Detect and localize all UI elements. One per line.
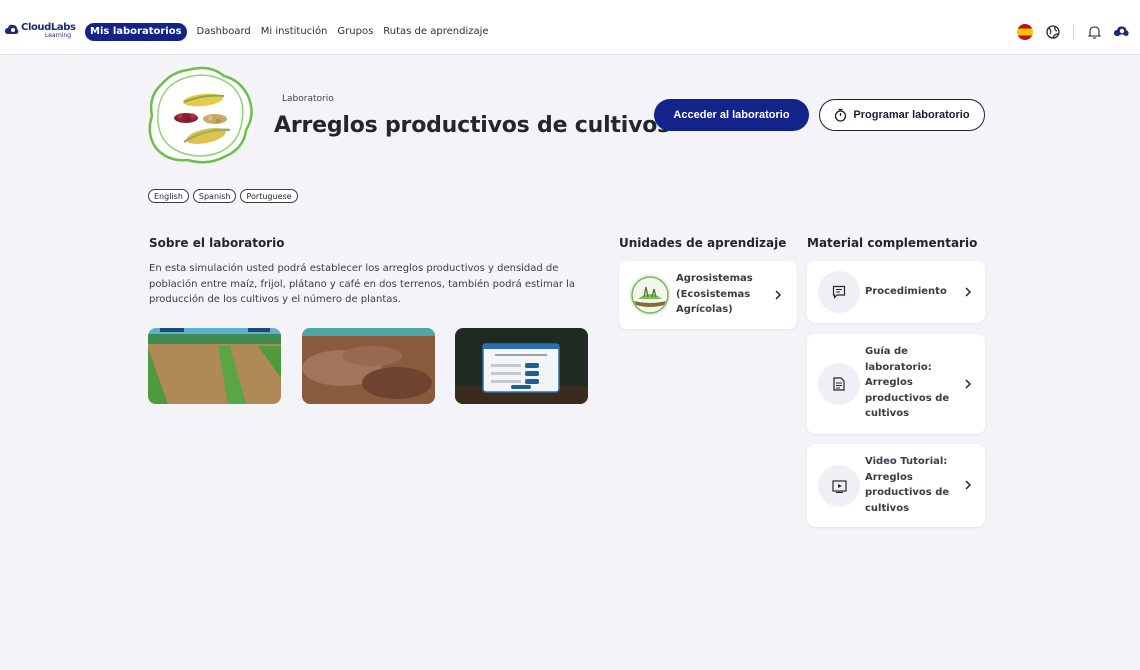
screenshot-thumbnail-1[interactable]	[148, 328, 281, 404]
screenshot-thumbnail-3[interactable]	[455, 328, 588, 404]
language-badges: English Spanish Portuguese	[148, 189, 298, 203]
chevron-right-icon	[965, 480, 972, 490]
about-title: Sobre el laboratorio	[149, 236, 285, 250]
cloudlabs-logo[interactable]: CloudLabs Learning	[5, 22, 76, 42]
schedule-lab-button[interactable]: Programar laboratorio	[819, 99, 985, 131]
material-card-guia[interactable]: Guía de laboratorio: Arreglos productivo…	[807, 334, 985, 434]
stopwatch-icon	[835, 108, 847, 122]
chevron-right-icon	[965, 287, 972, 297]
schedule-lab-label: Programar laboratorio	[853, 109, 970, 121]
units-title: Unidades de aprendizaje	[619, 236, 787, 250]
page-title: Arreglos productivos de cultivos	[274, 113, 671, 138]
brand-subtitle: Learning	[45, 32, 72, 39]
document-icon	[818, 363, 860, 405]
unit-card-agrosistemas[interactable]: Agrosistemas (Ecosistemas Agrícolas)	[619, 261, 797, 329]
header-divider	[1073, 24, 1074, 40]
nav-rutas-de-aprendizaje[interactable]: Rutas de aprendizaje	[383, 23, 488, 41]
user-icon[interactable]	[1114, 24, 1130, 40]
language-badge-portuguese: Portuguese	[240, 189, 298, 203]
nav-mis-laboratorios[interactable]: Mis laboratorios	[85, 23, 187, 41]
nav-grupos[interactable]: Grupos	[337, 23, 373, 41]
language-badge-english: English	[148, 189, 189, 203]
materials-title: Material complementario	[807, 236, 978, 250]
nav-mi-institucion[interactable]: Mi institución	[261, 23, 328, 41]
about-description: En esta simulación usted podrá establece…	[149, 263, 576, 306]
material-label-guia: Guía de laboratorio: Arreglos productivo…	[865, 346, 950, 420]
bell-icon[interactable]	[1086, 24, 1102, 40]
material-card-procedimiento[interactable]: Procedimiento	[807, 261, 985, 323]
spain-flag-icon[interactable]	[1017, 24, 1033, 40]
language-badge-spanish: Spanish	[192, 189, 237, 203]
material-label-procedimiento: Procedimiento	[865, 286, 947, 297]
chevron-right-icon	[965, 379, 972, 389]
cloud-logo-icon	[5, 24, 19, 34]
screenshot-thumbnail-2[interactable]	[302, 328, 435, 404]
material-card-video[interactable]: Video Tutorial: Arreglos productivos de …	[807, 444, 985, 527]
access-lab-button[interactable]: Acceder al laboratorio	[654, 99, 809, 131]
material-label-video: Video Tutorial: Arreglos productivos de …	[865, 456, 950, 514]
chat-icon	[818, 271, 860, 313]
header-actions	[1017, 24, 1130, 40]
agrosystem-icon	[629, 274, 671, 316]
lab-cover-image	[148, 66, 253, 164]
top-navigation-bar: CloudLabs Learning Mis laboratorios Dash…	[0, 0, 1140, 55]
chevron-right-icon	[775, 290, 782, 300]
lab-eyebrow: Laboratorio	[282, 94, 334, 104]
globe-icon[interactable]	[1045, 24, 1061, 40]
nav-dashboard[interactable]: Dashboard	[197, 23, 251, 41]
unit-label: Agrosistemas (Ecosistemas Agrícolas)	[676, 273, 753, 316]
main-nav: Mis laboratorios Dashboard Mi institució…	[85, 23, 489, 41]
video-icon	[818, 465, 860, 507]
